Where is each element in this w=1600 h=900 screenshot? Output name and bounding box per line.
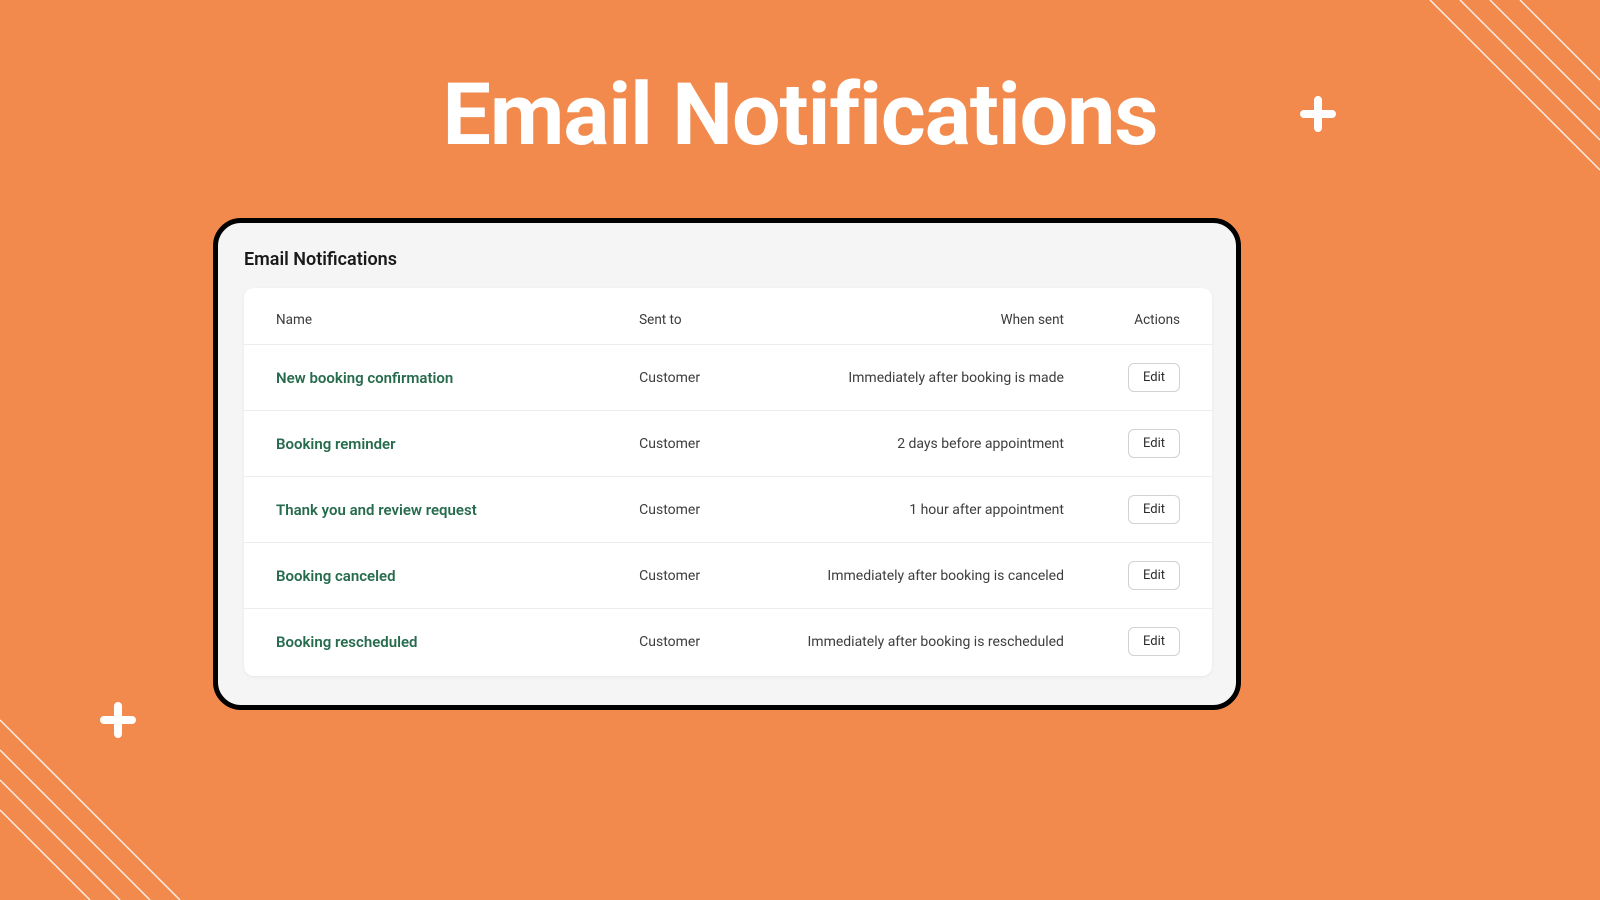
edit-button[interactable]: Edit <box>1128 627 1180 656</box>
table-header-row: Name Sent to When sent Actions <box>244 294 1212 345</box>
edit-button[interactable]: Edit <box>1128 495 1180 524</box>
plus-icon <box>100 702 136 742</box>
col-header-when-sent: When sent <box>752 294 1096 345</box>
edit-button[interactable]: Edit <box>1128 561 1180 590</box>
table-row: Booking reminder Customer 2 days before … <box>244 411 1212 477</box>
table-row: Booking rescheduled Customer Immediately… <box>244 609 1212 675</box>
notification-when-sent: Immediately after booking is canceled <box>752 543 1096 609</box>
panel-heading: Email Notifications <box>244 249 1220 270</box>
notification-when-sent: 2 days before appointment <box>752 411 1096 477</box>
table-row: Thank you and review request Customer 1 … <box>244 477 1212 543</box>
col-header-sent-to: Sent to <box>607 294 752 345</box>
notification-when-sent: Immediately after booking is made <box>752 345 1096 411</box>
notification-name-link[interactable]: New booking confirmation <box>276 369 453 387</box>
notification-sent-to: Customer <box>607 345 752 411</box>
notifications-table: Name Sent to When sent Actions New booki… <box>244 294 1212 674</box>
notification-sent-to: Customer <box>607 477 752 543</box>
notification-name-link[interactable]: Thank you and review request <box>276 501 477 519</box>
col-header-name: Name <box>244 294 607 345</box>
notification-sent-to: Customer <box>607 609 752 675</box>
table-row: New booking confirmation Customer Immedi… <box>244 345 1212 411</box>
notification-name-link[interactable]: Booking rescheduled <box>276 633 418 651</box>
settings-panel: Email Notifications Name Sent to When se… <box>213 218 1241 710</box>
notification-when-sent: Immediately after booking is rescheduled <box>752 609 1096 675</box>
edit-button[interactable]: Edit <box>1128 363 1180 392</box>
notification-name-link[interactable]: Booking canceled <box>276 567 396 585</box>
notification-sent-to: Customer <box>607 543 752 609</box>
notification-name-link[interactable]: Booking reminder <box>276 435 396 453</box>
notification-sent-to: Customer <box>607 411 752 477</box>
hero-title: Email Notifications <box>0 64 1600 165</box>
col-header-actions: Actions <box>1096 294 1212 345</box>
diagonal-lines-bottom-left <box>0 660 240 900</box>
table-row: Booking canceled Customer Immediately af… <box>244 543 1212 609</box>
notifications-card: Name Sent to When sent Actions New booki… <box>244 288 1212 676</box>
notification-when-sent: 1 hour after appointment <box>752 477 1096 543</box>
edit-button[interactable]: Edit <box>1128 429 1180 458</box>
